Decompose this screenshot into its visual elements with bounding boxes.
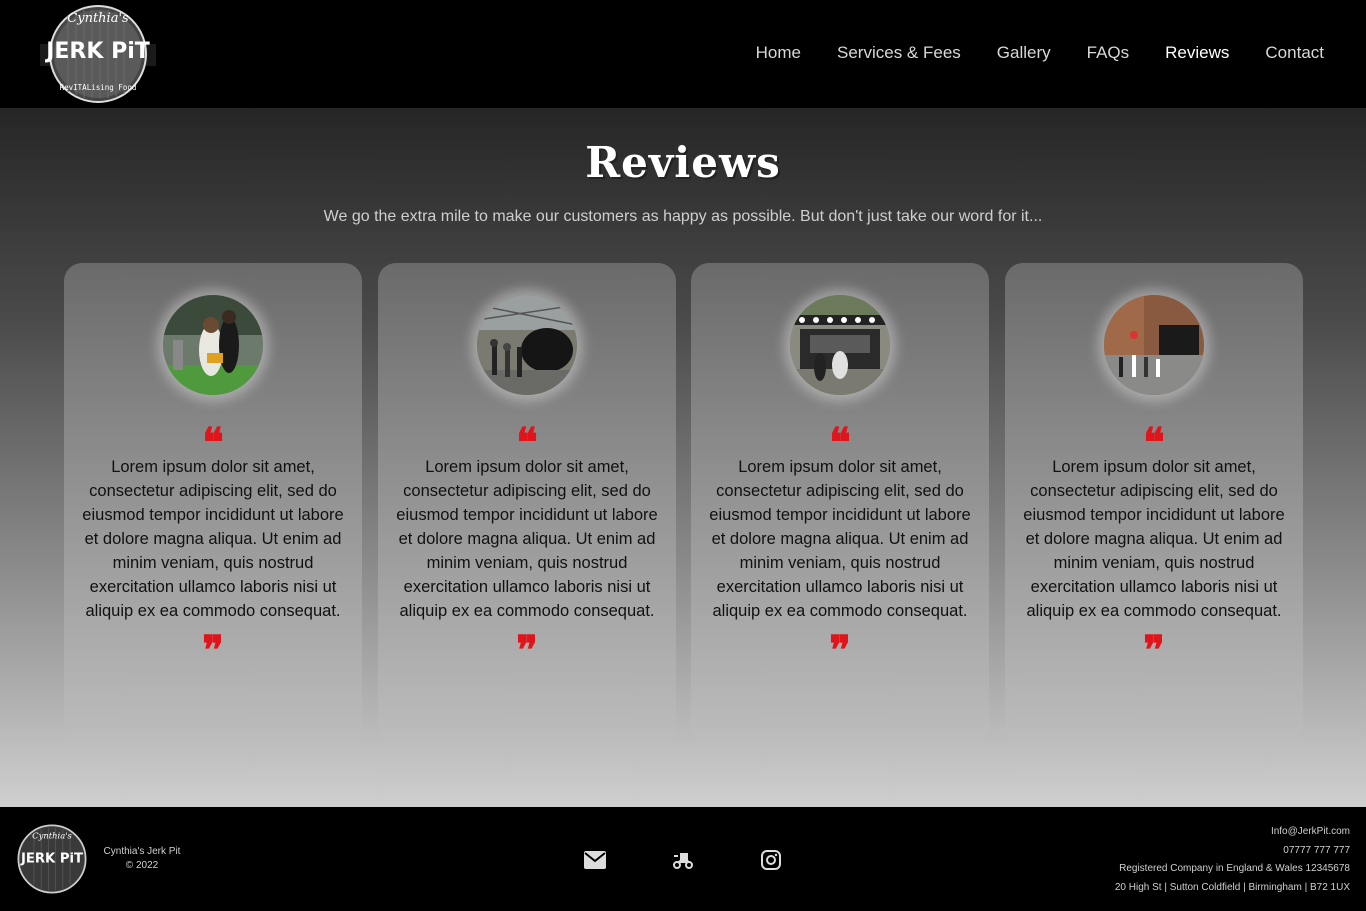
nav-home[interactable]: Home (756, 42, 801, 64)
open-quote-icon: ❝ (516, 419, 538, 466)
review-card: ❝ Lorem ipsum dolor sit amet, consectetu… (1005, 263, 1303, 743)
footer-brand-name: Cynthia's Jerk Pit (103, 846, 181, 857)
svg-text:Cynthia's: Cynthia's (32, 831, 72, 841)
svg-text:JERK PiT: JERK PiT (20, 852, 83, 867)
svg-text:JERK PiT: JERK PiT (44, 39, 150, 64)
footer-social-links (584, 849, 782, 871)
nav-faqs[interactable]: FAQs (1087, 42, 1130, 64)
close-quote-icon: ❞ (202, 627, 224, 674)
review-text: Lorem ipsum dolor sit amet, consectetur … (396, 458, 658, 620)
svg-text:RevITALising Food: RevITALising Food (60, 83, 137, 92)
footer-company-registration: Registered Company in England & Wales 12… (1119, 863, 1350, 875)
close-quote-icon: ❞ (829, 627, 851, 674)
reviewer-photo (1104, 295, 1204, 395)
site-header: Cynthia's JERK PiT RevITALising Food Hom… (0, 0, 1366, 108)
footer-email-link[interactable]: Info@JerkPit.com (1115, 823, 1350, 842)
footer-copyright: © 2022 (125, 860, 159, 871)
mail-icon[interactable] (584, 849, 606, 871)
nav-reviews[interactable]: Reviews (1165, 42, 1229, 64)
footer-logo[interactable]: Cynthia's JERK PiT (16, 823, 88, 895)
review-text: Lorem ipsum dolor sit amet, consectetur … (1023, 458, 1285, 620)
footer-address: 20 High St | Sutton Coldfield | Birmingh… (1114, 882, 1350, 894)
brand-logo[interactable]: Cynthia's JERK PiT RevITALising Food (38, 2, 158, 106)
reviewer-photo (790, 295, 890, 395)
close-quote-icon: ❞ (516, 627, 538, 674)
reviewer-photo (163, 295, 263, 395)
reviewer-photo (477, 295, 577, 395)
review-text: Lorem ipsum dolor sit amet, consectetur … (82, 458, 344, 620)
review-card: ❝ Lorem ipsum dolor sit amet, consectetu… (378, 263, 676, 743)
nav-gallery[interactable]: Gallery (997, 42, 1051, 64)
review-card: ❝ Lorem ipsum dolor sit amet, consectetu… (64, 263, 362, 743)
footer-phone[interactable]: 07777 777 777 (1115, 842, 1350, 861)
site-footer: Cynthia's JERK PiT Cynthia's Jerk Pit © … (0, 807, 1366, 911)
close-quote-icon: ❞ (1143, 627, 1165, 674)
svg-text:Cynthia's: Cynthia's (67, 11, 129, 26)
main-nav: Home Services & Fees Gallery FAQs Review… (756, 42, 1324, 64)
review-card: ❝ Lorem ipsum dolor sit amet, consectetu… (691, 263, 989, 743)
open-quote-icon: ❝ (202, 419, 224, 466)
open-quote-icon: ❝ (1143, 419, 1165, 466)
reviews-section: Reviews We go the extra mile to make our… (0, 108, 1366, 807)
footer-contact-info: Info@JerkPit.com 07777 777 777 Registere… (1115, 823, 1350, 898)
page-subtitle: We go the extra mile to make our custome… (323, 208, 1043, 225)
footer-brand: Cynthia's Jerk Pit © 2022 (100, 845, 184, 873)
review-text: Lorem ipsum dolor sit amet, consectetur … (709, 458, 971, 620)
page-title: Reviews (585, 138, 781, 187)
open-quote-icon: ❝ (829, 419, 851, 466)
instagram-icon[interactable] (760, 849, 782, 871)
nav-services-fees[interactable]: Services & Fees (837, 42, 961, 64)
nav-contact[interactable]: Contact (1265, 42, 1324, 64)
delivery-scooter-icon[interactable] (672, 849, 694, 871)
